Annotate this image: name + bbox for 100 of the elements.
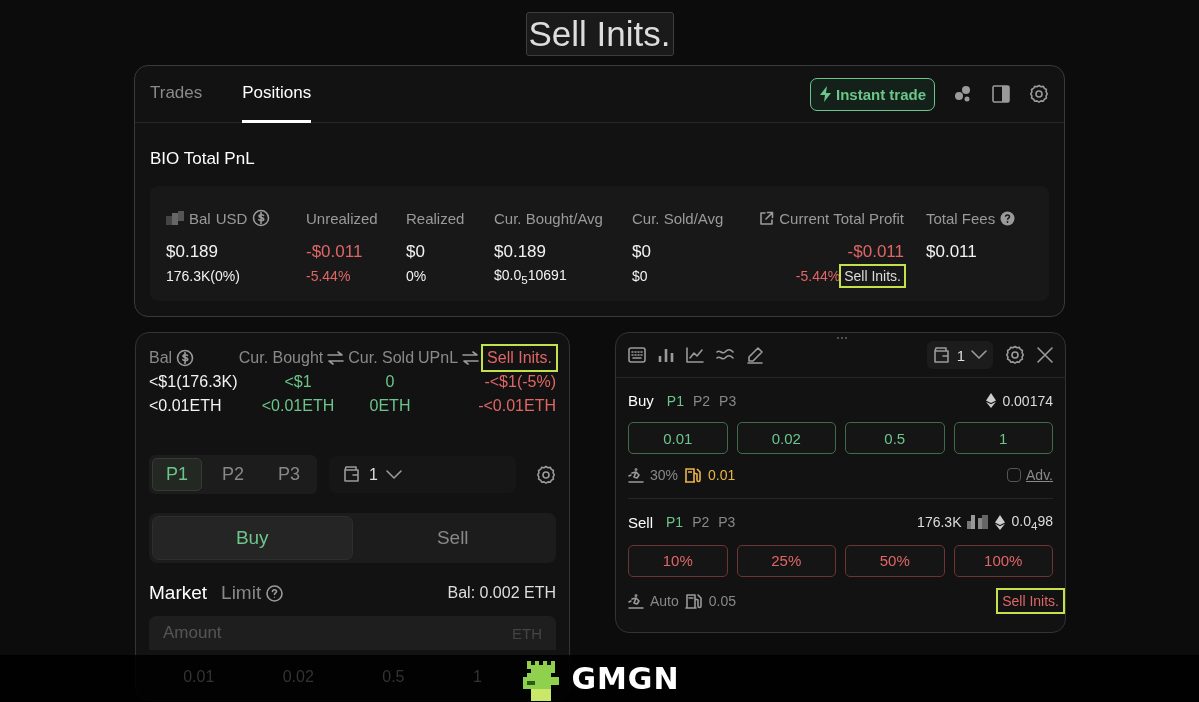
- caption-title: Sell Inits.: [525, 12, 674, 56]
- holding-amount: 176.3K: [917, 514, 962, 531]
- preset-tab[interactable]: P2: [693, 392, 711, 409]
- sell-inits-button[interactable]: Sell Inits.: [998, 589, 1063, 612]
- value-text: $0.189: [494, 242, 547, 262]
- gas-value: 0.05: [708, 592, 737, 609]
- sidebar-toggle-icon[interactable]: [991, 84, 1011, 104]
- help-icon[interactable]: [1000, 210, 1016, 226]
- preset-tab[interactable]: P3: [718, 514, 736, 531]
- sell-percent-button[interactable]: 50%: [845, 544, 945, 577]
- buy-amount-button[interactable]: 0.5: [845, 422, 945, 454]
- sub-value: 176.3K(0%): [166, 268, 240, 284]
- value-text: 0ETH: [368, 397, 412, 415]
- preset-tab[interactable]: P2: [208, 458, 259, 491]
- sell-inits-button[interactable]: Sell Inits.: [841, 266, 904, 286]
- preset-tab[interactable]: P2: [692, 514, 710, 531]
- balance-text: 0.00174: [1002, 392, 1053, 409]
- brand-logo: GMGN: [571, 661, 680, 696]
- wallet-dropdown[interactable]: 1: [329, 456, 516, 493]
- column-header: Realized: [406, 209, 465, 227]
- gas-value: 0.01: [708, 467, 736, 483]
- column-header: Total Fees: [926, 209, 996, 227]
- value-text: -$0.011: [847, 242, 904, 262]
- bar-chart-icon[interactable]: [658, 347, 674, 363]
- column-header: Bal: [189, 209, 211, 227]
- tab[interactable]: Trades: [150, 66, 203, 123]
- sub-value: $0: [632, 268, 648, 284]
- waves-icon[interactable]: [716, 348, 734, 362]
- value-text: $0: [632, 242, 652, 262]
- slippage-value: Auto: [650, 592, 679, 609]
- value-text: <$1(176.3K): [149, 373, 239, 391]
- sell-percent-button[interactable]: 25%: [736, 544, 836, 577]
- order-type-tab[interactable]: Market: [149, 582, 208, 604]
- slippage-value: 30%: [650, 467, 679, 483]
- buy-amount-button[interactable]: 1: [953, 422, 1053, 454]
- column-header: Bal: [149, 349, 173, 367]
- lightning-icon: [819, 86, 832, 102]
- ethereum-icon: [986, 393, 997, 408]
- side-tab[interactable]: Buy: [152, 516, 353, 560]
- unit-label: USD: [215, 209, 248, 227]
- keyboard-icon[interactable]: [628, 347, 646, 363]
- wallet-dropdown[interactable]: 1: [926, 341, 993, 369]
- value-text: -$0.011: [306, 242, 364, 262]
- bubbles-icon[interactable]: [953, 84, 973, 104]
- value-text: $0: [406, 242, 426, 262]
- swap-icon[interactable]: [462, 351, 480, 365]
- sub-value: -5.44%: [795, 268, 841, 284]
- tab[interactable]: Positions: [242, 66, 312, 123]
- slippage-icon: [628, 592, 644, 609]
- coin-icon[interactable]: [252, 209, 271, 227]
- column-header: Current Total Profit: [779, 209, 904, 227]
- ethereum-icon: [995, 514, 1006, 530]
- line-chart-icon[interactable]: [686, 347, 704, 363]
- preset-tab[interactable]: P1: [666, 514, 684, 531]
- value-text: <0.01ETH: [149, 397, 223, 415]
- sub-value: -5.44%: [306, 268, 351, 284]
- wallet-icon: [932, 346, 951, 364]
- value-text: $0.011: [926, 242, 978, 262]
- sub-value: 0%: [406, 268, 427, 284]
- swap-icon[interactable]: [327, 351, 345, 365]
- fuel-pump-icon: [684, 467, 703, 483]
- drag-handle-icon[interactable]: [836, 336, 848, 340]
- caret-icon: [971, 350, 987, 360]
- side-tab[interactable]: Sell: [352, 516, 553, 560]
- wallet-icon: [343, 466, 362, 483]
- settings-icon[interactable]: [536, 464, 556, 485]
- balance-text: 0.0$_{4}$98: [1011, 513, 1053, 532]
- advanced-toggle[interactable]: Adv.: [1007, 467, 1053, 483]
- balance-text: Bal: 0.002 ETH: [447, 584, 556, 602]
- pencil-icon[interactable]: [746, 346, 764, 364]
- settings-icon[interactable]: [1005, 345, 1025, 365]
- column-header: Cur. Bought: [238, 349, 324, 367]
- slippage-icon: [628, 467, 644, 483]
- sell-inits-button[interactable]: Sell Inits.: [483, 346, 556, 370]
- buy-amount-button[interactable]: 0.01: [628, 422, 728, 454]
- checkbox[interactable]: [1007, 468, 1021, 482]
- column-header: Cur. Sold: [348, 349, 415, 367]
- fuel-pump-icon: [684, 592, 703, 609]
- section-label: Sell: [628, 513, 653, 531]
- preset-tab[interactable]: P3: [719, 392, 737, 409]
- sub-value: $0.0$_{5}$10691: [494, 266, 567, 286]
- buy-amount-button[interactable]: 0.02: [736, 422, 836, 454]
- section-title: BIO Total PnL: [150, 149, 256, 169]
- column-header: Cur. Sold/Avg: [632, 209, 724, 227]
- preset-tab[interactable]: P1: [666, 392, 684, 409]
- value-text: -<$1(-5%): [483, 373, 556, 391]
- instant-trade-button[interactable]: Instant trade: [810, 77, 935, 111]
- value-text: -<0.01ETH: [477, 397, 556, 415]
- close-icon[interactable]: [1037, 347, 1053, 363]
- column-header: Cur. Bought/Avg: [494, 209, 603, 227]
- coin-icon[interactable]: [176, 349, 195, 367]
- value-text: <0.01ETH: [260, 397, 336, 415]
- preset-tab[interactable]: P3: [264, 458, 315, 491]
- order-type-tab[interactable]: Limit: [221, 582, 284, 604]
- settings-icon[interactable]: [1029, 84, 1049, 104]
- sell-percent-button[interactable]: 100%: [953, 544, 1053, 577]
- preset-tab[interactable]: P1: [152, 458, 203, 491]
- share-icon[interactable]: [759, 210, 775, 226]
- sell-percent-button[interactable]: 10%: [628, 544, 728, 577]
- column-header: Unrealized: [306, 209, 378, 227]
